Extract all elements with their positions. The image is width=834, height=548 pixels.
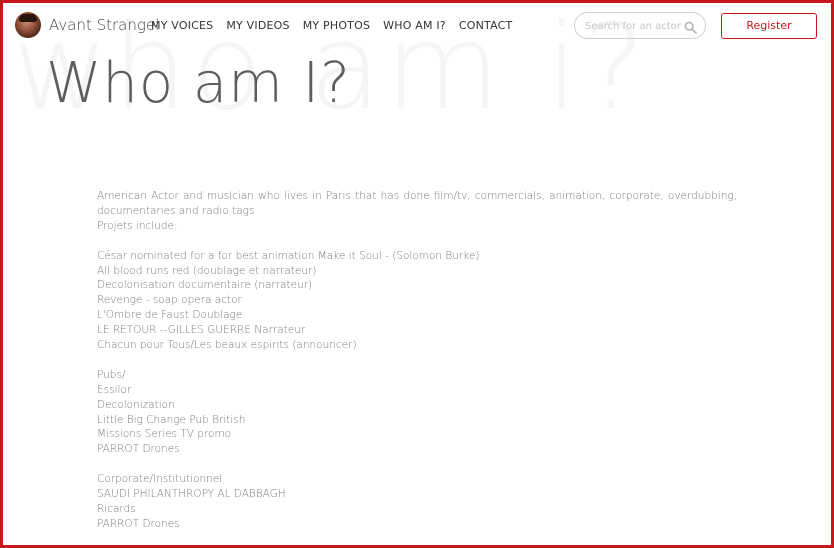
search-icon[interactable] — [684, 19, 697, 34]
list-item: Little Big Change Pub British — [97, 413, 246, 426]
register-button[interactable]: Register — [721, 13, 817, 39]
list-item: SAUDI PHILANTHROPY AL DABBAGH — [97, 488, 286, 501]
list-item: PARROT Drones — [97, 443, 180, 456]
list-item: Decolonisation documentaire (narrateur) — [97, 279, 313, 292]
nav-my-videos[interactable]: MY VIDEOS — [226, 19, 289, 32]
list-item: L'Ombre de Faust Doublage — [97, 309, 243, 322]
list-item: LE RETOUR --GILLES GUERRE Narrateur — [97, 324, 306, 337]
brand-name[interactable]: Avant Strangel — [49, 16, 159, 34]
avatar[interactable] — [15, 12, 41, 38]
nav-my-photos[interactable]: MY PHOTOS — [303, 19, 370, 32]
bio-content: American Actor and musician who lives in… — [97, 189, 737, 532]
list-item: Essilor — [97, 383, 132, 396]
list-item: Revenge - soap opera actor — [97, 294, 242, 307]
search-box[interactable] — [574, 12, 706, 39]
site-header: Avant Strangel MY VOICES MY VIDEOS MY PH… — [0, 0, 834, 52]
nav-who-am-i[interactable]: WHO AM I? — [383, 19, 446, 32]
list-item: Missions Series TV promo — [97, 428, 232, 441]
projects-heading: Projets include: — [97, 219, 178, 232]
nav-contact[interactable]: CONTACT — [459, 19, 513, 32]
main-nav: MY VOICES MY VIDEOS MY PHOTOS WHO AM I? … — [151, 19, 512, 32]
corporate-heading: Corporate/Institutionnel — [97, 473, 223, 486]
nav-my-voices[interactable]: MY VOICES — [151, 19, 213, 32]
page-title: Who am I? — [46, 51, 351, 116]
list-item: César nominated for a for best animation… — [97, 249, 480, 262]
list-item: Chacun pour Tous/Les beaux espirits (ann… — [97, 339, 357, 352]
list-item: Decolonization — [97, 398, 175, 411]
list-item: Ricards — [97, 502, 136, 515]
list-item: PARROT Drones — [97, 517, 180, 530]
pubs-heading: Pubs/ — [97, 368, 126, 381]
list-item: All blood runs red (doublage et narrateu… — [97, 264, 317, 277]
bio-intro: American Actor and musician who lives in… — [97, 190, 737, 217]
search-input[interactable] — [583, 18, 687, 35]
